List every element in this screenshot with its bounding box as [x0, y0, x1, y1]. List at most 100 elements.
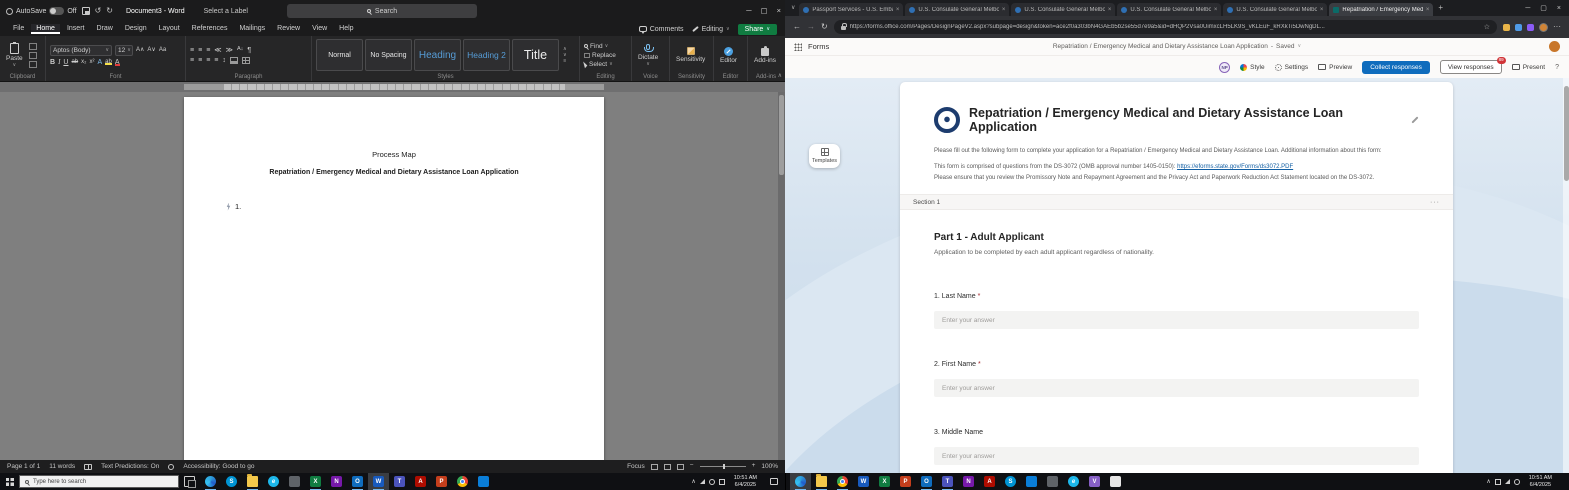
- font-name-select[interactable]: Aptos (Body) ∨: [50, 45, 112, 56]
- shrink-font-icon[interactable]: A∨: [147, 47, 155, 53]
- word-search-box[interactable]: Search: [287, 4, 477, 18]
- paragraph-marks-icon[interactable]: ¶: [247, 47, 251, 54]
- refresh-icon[interactable]: ↻: [821, 23, 828, 31]
- borders-icon[interactable]: [242, 57, 250, 64]
- edit-title-icon[interactable]: [1412, 117, 1419, 124]
- settings-button[interactable]: Settings: [1275, 64, 1309, 71]
- powerpoint-app[interactable]: [895, 473, 916, 490]
- store-app[interactable]: [473, 473, 494, 490]
- gallery-down-icon[interactable]: ∨: [563, 53, 567, 58]
- forms-scrollbar[interactable]: [1563, 78, 1569, 473]
- chevron-down-icon[interactable]: ∨: [1297, 44, 1301, 49]
- browser-tab[interactable]: U.S. Consulate General Melbou... ×: [1223, 3, 1327, 16]
- section-menu-icon[interactable]: ···: [1430, 199, 1440, 206]
- bold-icon[interactable]: B: [50, 59, 55, 66]
- minimize-icon[interactable]: ─: [746, 7, 751, 15]
- style-no-spacing[interactable]: No Spacing: [365, 39, 412, 71]
- acrobat-app[interactable]: [410, 473, 431, 490]
- align-right-icon[interactable]: ≡: [206, 57, 210, 64]
- gallery-expand-icon[interactable]: ≡: [563, 59, 566, 64]
- sort-icon[interactable]: A↓: [237, 47, 243, 53]
- grow-font-icon[interactable]: A∧: [136, 47, 144, 53]
- browser-tab-active[interactable]: Repatriation / Emergency Medi... ×: [1329, 3, 1433, 16]
- word-app[interactable]: [853, 473, 874, 490]
- editor-button[interactable]: Editor: [718, 39, 739, 71]
- collect-responses-button[interactable]: Collect responses: [1362, 61, 1430, 74]
- undo-icon[interactable]: ↺: [95, 7, 102, 15]
- url-field[interactable]: https://forms.office.com/Pages/DesignPag…: [834, 20, 1497, 34]
- start-button[interactable]: [0, 473, 19, 490]
- form-description[interactable]: Please fill out the following form to co…: [934, 147, 1419, 183]
- help-icon[interactable]: ?: [1555, 64, 1559, 71]
- templates-button[interactable]: Templates: [809, 144, 840, 168]
- style-normal[interactable]: Normal: [316, 39, 363, 71]
- onenote-app[interactable]: [958, 473, 979, 490]
- question-3[interactable]: 3. Middle Name: [934, 429, 1419, 465]
- share-button[interactable]: Share ∨: [738, 24, 777, 35]
- style-title[interactable]: Title: [512, 39, 559, 71]
- teams-app[interactable]: [389, 473, 410, 490]
- autocorrect-options-icon[interactable]: [226, 203, 231, 211]
- italic-icon[interactable]: I: [58, 59, 60, 66]
- extension-icon[interactable]: [1515, 24, 1522, 31]
- change-case-icon[interactable]: Aa: [159, 47, 166, 53]
- present-button[interactable]: Present: [1512, 64, 1545, 71]
- shading-icon[interactable]: [230, 57, 238, 64]
- excel-app[interactable]: [305, 473, 326, 490]
- volume-icon[interactable]: [1514, 479, 1520, 485]
- maximize-icon[interactable]: ▢: [1540, 5, 1547, 12]
- text-predictions[interactable]: Text Predictions: On: [101, 463, 159, 470]
- document-page[interactable]: Process Map Repatriation / Emergency Med…: [184, 97, 604, 460]
- new-tab-icon[interactable]: +: [1438, 4, 1443, 12]
- tray-expand-icon[interactable]: ∧: [1486, 479, 1490, 485]
- replace-button[interactable]: Replace: [584, 52, 616, 59]
- skype-app[interactable]: [1000, 473, 1021, 490]
- browser-tab[interactable]: Passport Services - U.S. Embas... ×: [799, 3, 903, 16]
- word-app-active[interactable]: [368, 473, 389, 490]
- style-heading2[interactable]: Heading 2: [463, 39, 510, 71]
- chrome-app[interactable]: [832, 473, 853, 490]
- select-label-button[interactable]: Select a Label: [204, 8, 248, 15]
- action-center-icon[interactable]: [770, 478, 778, 485]
- file-explorer-app[interactable]: [242, 473, 263, 490]
- close-tab-icon[interactable]: ×: [1320, 7, 1324, 13]
- part-description[interactable]: Application to be completed by each adul…: [934, 249, 1419, 256]
- account-avatar[interactable]: [1549, 41, 1560, 52]
- browser-tab[interactable]: U.S. Consulate General Melbou... ×: [905, 3, 1009, 16]
- close-icon[interactable]: ×: [777, 7, 781, 15]
- internet-explorer-app[interactable]: [1063, 473, 1084, 490]
- tab-review[interactable]: Review: [272, 24, 305, 34]
- tab-search-icon[interactable]: ∨: [791, 5, 795, 11]
- settings-app[interactable]: [1042, 473, 1063, 490]
- minimize-icon[interactable]: ─: [1525, 5, 1530, 12]
- tab-draw[interactable]: Draw: [91, 24, 117, 34]
- copy-icon[interactable]: [29, 52, 37, 59]
- visual-studio-app[interactable]: [1084, 473, 1105, 490]
- outlook-app[interactable]: [347, 473, 368, 490]
- autosave-toggle[interactable]: AutoSave Off: [6, 7, 77, 15]
- superscript-icon[interactable]: x²: [90, 59, 95, 65]
- print-layout-icon[interactable]: [664, 464, 671, 470]
- close-icon[interactable]: ×: [1557, 5, 1561, 12]
- strikethrough-icon[interactable]: ab: [71, 59, 78, 65]
- focus-button[interactable]: Focus: [627, 463, 645, 470]
- close-tab-icon[interactable]: ×: [1214, 7, 1218, 13]
- zoom-level[interactable]: 100%: [761, 463, 778, 470]
- outdent-icon[interactable]: ≪: [214, 47, 221, 54]
- maximize-icon[interactable]: ▢: [761, 7, 768, 15]
- onedrive-icon[interactable]: [1495, 479, 1501, 485]
- style-button[interactable]: Style: [1240, 64, 1264, 71]
- addins-button[interactable]: Add-ins: [752, 39, 778, 71]
- tab-design[interactable]: Design: [120, 24, 152, 34]
- ruler[interactable]: [0, 82, 785, 92]
- outlook-app[interactable]: [916, 473, 937, 490]
- form-title[interactable]: Repatriation / Emergency Medical and Die…: [969, 106, 1399, 134]
- close-tab-icon[interactable]: ×: [1426, 7, 1430, 13]
- sensitivity-button[interactable]: Sensitivity: [674, 39, 707, 71]
- page-indicator[interactable]: Page 1 of 1: [7, 463, 40, 470]
- accessibility-status[interactable]: Accessibility: Good to go: [183, 463, 254, 470]
- paste-button[interactable]: Paste ∨: [4, 39, 25, 71]
- file-explorer-app[interactable]: [811, 473, 832, 490]
- numbering-icon[interactable]: ≡: [198, 47, 202, 54]
- gallery-up-icon[interactable]: ∧: [563, 47, 567, 52]
